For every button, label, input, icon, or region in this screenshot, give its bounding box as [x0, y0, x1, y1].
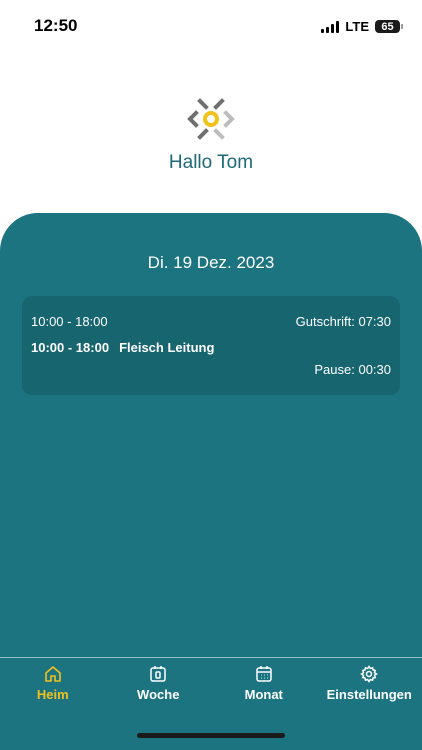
status-bar: 12:50 LTE 65 [0, 0, 422, 54]
home-indicator[interactable] [137, 733, 285, 738]
nav-item-month[interactable]: Monat [211, 665, 316, 705]
nav-item-settings[interactable]: Einstellungen [317, 665, 422, 705]
nav-item-week[interactable]: Woche [106, 665, 211, 705]
status-time: 12:50 [34, 16, 78, 35]
home-icon [44, 666, 61, 682]
shift-credit: Gutschrift: 07:30 [295, 314, 391, 329]
shift-card[interactable]: 10:00 - 18:00 Gutschrift: 07:30 10:00 - … [22, 296, 400, 395]
calendar-month-icon [256, 666, 272, 682]
main-panel: Di. 19 Dez. 2023 10:00 - 18:00 Gutschrif… [0, 213, 422, 750]
nav-label-month: Monat [244, 687, 283, 702]
calendar-day-icon [150, 666, 166, 682]
nav-label-home: Heim [36, 687, 69, 702]
app-logo-icon [187, 98, 235, 140]
gear-icon [360, 665, 379, 683]
shift-pause: Pause: 00:30 [314, 362, 391, 377]
assignment-time: 10:00 - 18:00 [31, 340, 110, 355]
nav-label-week: Woche [137, 687, 180, 702]
shift-time-range: 10:00 - 18:00 [31, 314, 108, 329]
battery-icon: 65 [375, 20, 403, 33]
battery-level: 65 [381, 20, 394, 33]
greeting-text: Hallo Tom [168, 152, 254, 173]
network-label: LTE [345, 19, 369, 34]
nav-divider [0, 657, 422, 658]
assignment-name: Fleisch Leitung [119, 340, 215, 355]
signal-icon [321, 20, 340, 33]
nav-item-home[interactable]: Heim [0, 665, 105, 705]
shift-assignment-row: 10:00 - 18:00 Fleisch Leitung [31, 340, 391, 355]
status-indicators: LTE 65 [321, 19, 403, 34]
nav-label-settings: Einstellungen [326, 687, 412, 702]
bottom-nav: Heim Woche Monat Einstellungen [0, 665, 422, 705]
shift-pause-row: Pause: 00:30 [31, 362, 391, 377]
shift-summary-row: 10:00 - 18:00 Gutschrift: 07:30 [31, 314, 391, 329]
date-heading: Di. 19 Dez. 2023 [147, 253, 275, 272]
